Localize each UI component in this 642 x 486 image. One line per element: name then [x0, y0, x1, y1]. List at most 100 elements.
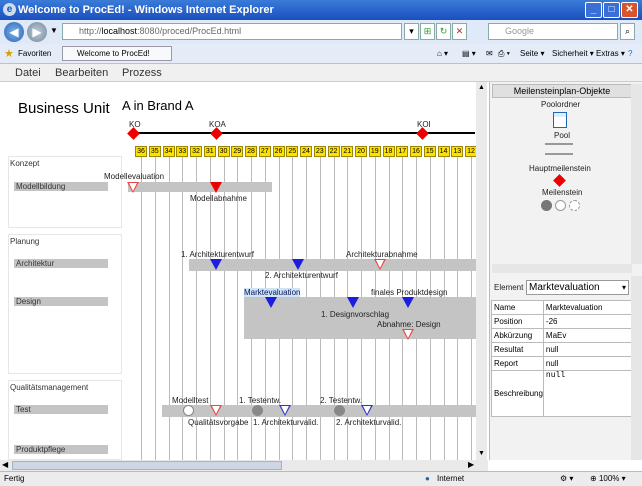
- week-cell: 22: [327, 146, 340, 157]
- ms-modelltest[interactable]: [183, 405, 194, 416]
- favorites-button[interactable]: Favoriten: [18, 44, 51, 64]
- ms-finales[interactable]: [402, 297, 414, 308]
- week-cell: 23: [313, 146, 326, 157]
- palette-hscrollbar[interactable]: [492, 264, 632, 273]
- maximize-button[interactable]: □: [603, 2, 620, 18]
- app-menubar: Datei Bearbeiten Prozess: [0, 64, 642, 82]
- bar-modellbildung[interactable]: [128, 182, 272, 192]
- history-dropdown-icon[interactable]: ▼: [50, 26, 58, 35]
- week-cell: 19: [368, 146, 381, 157]
- phase-konzept-label: Konzept: [10, 159, 40, 168]
- address-dropdown-button[interactable]: ▾: [404, 23, 419, 40]
- meilenstein-filled-icon[interactable]: [541, 200, 552, 211]
- bar-architektur[interactable]: [189, 259, 476, 271]
- favorites-star-icon[interactable]: ★: [4, 44, 14, 64]
- hscroll-thumb[interactable]: [12, 461, 282, 470]
- week-cell: 34: [162, 146, 175, 157]
- palette-pool-label: Pool: [554, 131, 571, 140]
- palette-meilenstein-label: Meilenstein: [542, 188, 583, 197]
- week-cell: 21: [341, 146, 354, 157]
- window-title: Welcome to ProcEd! - Windows Internet Ex…: [18, 4, 274, 16]
- row-design[interactable]: Design: [14, 297, 108, 306]
- address-toolbar: ◀ ▶ ▼ http://localhost:8080/proced/ProcE…: [0, 20, 642, 44]
- week-cell: 13: [451, 146, 464, 157]
- minimize-button[interactable]: _: [585, 2, 602, 18]
- address-bar[interactable]: http://localhost:8080/proced/ProcEd.html: [62, 23, 402, 40]
- prop-row: Report null: [491, 356, 633, 371]
- scroll-down-icon[interactable]: ▼: [478, 450, 485, 457]
- ms-archabnahme[interactable]: [374, 259, 386, 270]
- prop-row: Abkürzung MaEv: [491, 328, 633, 343]
- search-input[interactable]: Google: [488, 23, 618, 40]
- ms-arch2[interactable]: [292, 259, 304, 270]
- forward-button[interactable]: ▶: [27, 22, 47, 42]
- week-cell: 26: [272, 146, 285, 157]
- prop-row: Name Marktevaluation: [491, 300, 633, 315]
- properties-scrollbar[interactable]: [631, 276, 642, 460]
- row-test[interactable]: Test: [14, 405, 108, 414]
- zone-text: Internet: [437, 474, 465, 483]
- row-produktpflege[interactable]: Produktpflege: [14, 445, 108, 454]
- safety-menu[interactable]: Sicherheit ▾: [552, 44, 594, 64]
- meilenstein-empty-icon[interactable]: [555, 200, 566, 211]
- menu-prozess[interactable]: Prozess: [122, 64, 162, 82]
- row-architektur[interactable]: Architektur: [14, 259, 108, 268]
- week-cell: 17: [396, 146, 409, 157]
- page-menu[interactable]: Seite ▾: [520, 44, 544, 64]
- scroll-left-icon[interactable]: ◀: [2, 460, 8, 469]
- label-arch2: 2. Architekturentwurf: [265, 271, 338, 280]
- ms-testentw1[interactable]: [252, 405, 263, 416]
- help-icon[interactable]: ?: [628, 44, 632, 64]
- ms-qualvorgabe[interactable]: [210, 405, 222, 416]
- ms-archvalid1[interactable]: [279, 405, 291, 416]
- scroll-up-icon[interactable]: ▲: [478, 84, 485, 91]
- week-cell: 16: [410, 146, 422, 157]
- feeds-icon[interactable]: ▤ ▾: [462, 44, 476, 64]
- print-icon[interactable]: ⎙ ▾: [498, 44, 510, 64]
- week-cell: 18: [382, 146, 395, 157]
- ms-designvorschlag[interactable]: [347, 297, 359, 308]
- search-icon[interactable]: ⌕: [620, 23, 635, 40]
- canvas-horizontal-scrollbar[interactable]: ◀ ▶: [0, 460, 488, 471]
- label-abnahmedesign: Abnahme: Design: [377, 320, 441, 329]
- ms-abnahmedesign[interactable]: [402, 329, 414, 340]
- pool-icon[interactable]: [545, 143, 573, 155]
- phase-planung-label: Planung: [10, 237, 40, 246]
- label-qualvorgabe: Qualitätsvorgabe: [188, 418, 249, 427]
- window-titlebar: e Welcome to ProcEd! - Windows Internet …: [0, 0, 642, 20]
- business-unit-title: Business Unit: [18, 100, 110, 117]
- ms-archvalid2[interactable]: [361, 405, 373, 416]
- back-button[interactable]: ◀: [4, 22, 24, 42]
- protected-mode-icon[interactable]: ⚙ ▾: [560, 472, 573, 486]
- tools-menu[interactable]: Extras ▾: [596, 44, 625, 64]
- canvas-vertical-scrollbar[interactable]: ▲ ▼: [476, 82, 487, 460]
- compat-icon[interactable]: ⊞: [420, 23, 435, 40]
- meilenstein-dashed-icon[interactable]: [569, 200, 580, 211]
- week-cell: 35: [148, 146, 161, 157]
- ms-marktevaluation[interactable]: [265, 297, 277, 308]
- palette-scrollbar[interactable]: [631, 84, 642, 264]
- menu-bearbeiten[interactable]: Bearbeiten: [55, 64, 108, 82]
- zoom-control[interactable]: ⊕ 100% ▾: [590, 472, 626, 486]
- ms-modellevaluation[interactable]: [127, 182, 139, 193]
- week-gridline: [154, 157, 156, 460]
- close-button[interactable]: ✕: [621, 2, 638, 18]
- menu-datei[interactable]: Datei: [15, 64, 41, 82]
- home-icon[interactable]: ⌂ ▾: [437, 44, 448, 64]
- element-select[interactable]: Marktevaluation ▾: [526, 280, 629, 295]
- ms-testentw2[interactable]: [334, 405, 345, 416]
- label-modelltest: Modelltest: [172, 396, 209, 405]
- label-marktevaluation[interactable]: Marktevaluation: [244, 288, 301, 297]
- row-modellbildung[interactable]: Modellbildung: [14, 182, 108, 191]
- mail-icon[interactable]: ✉: [486, 44, 493, 64]
- poolordner-icon[interactable]: [553, 112, 567, 128]
- chevron-down-icon: ▾: [621, 283, 626, 292]
- label-testentw1: 1. Testentw.: [239, 396, 282, 405]
- ms-modellabnahme[interactable]: [210, 182, 222, 193]
- tab-welcome[interactable]: Welcome to ProcEd!: [62, 46, 172, 61]
- stop-icon[interactable]: ✕: [452, 23, 467, 40]
- refresh-icon[interactable]: ↻: [436, 23, 451, 40]
- ms-arch1[interactable]: [210, 259, 222, 270]
- scroll-right-icon[interactable]: ▶: [468, 460, 474, 469]
- ie-icon: e: [3, 3, 16, 16]
